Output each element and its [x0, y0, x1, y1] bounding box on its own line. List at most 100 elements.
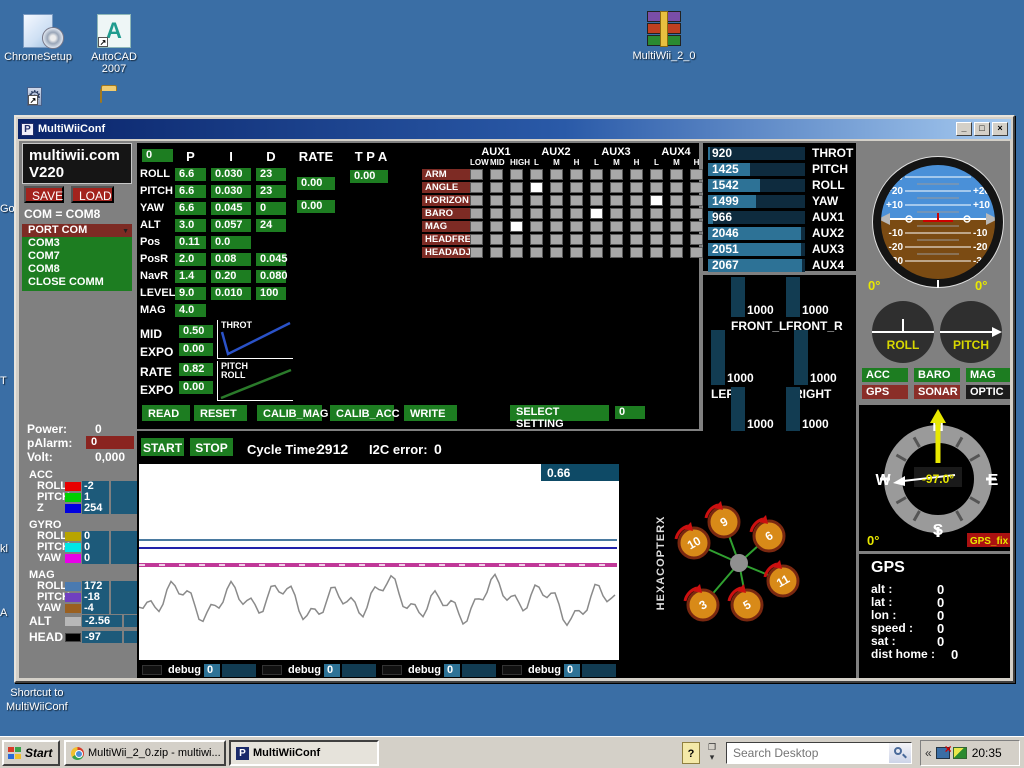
stop-button[interactable]: STOP — [190, 438, 233, 456]
calib-mag-button[interactable]: CALIB_MAG — [257, 405, 322, 421]
tray-expand-icon[interactable]: « — [925, 746, 932, 760]
expo-field[interactable]: 0.00 — [179, 343, 213, 356]
aux-checkbox[interactable] — [670, 169, 683, 180]
port-list-item[interactable]: COM3 — [22, 237, 132, 250]
port-list-item[interactable]: CLOSE COMM — [22, 276, 132, 289]
aux-checkbox[interactable] — [590, 208, 603, 219]
aux-checkbox[interactable] — [550, 221, 563, 232]
aux-checkbox[interactable] — [530, 247, 543, 258]
pid-i-field[interactable]: 0.010 — [211, 287, 251, 300]
aux-checkbox[interactable] — [490, 182, 503, 193]
aux-checkbox[interactable] — [570, 169, 583, 180]
read-button[interactable]: READ — [142, 405, 190, 421]
aux-checkbox[interactable] — [510, 208, 523, 219]
aux-checkbox[interactable] — [490, 234, 503, 245]
aux-checkbox[interactable] — [670, 234, 683, 245]
aux-checkbox[interactable] — [630, 247, 643, 258]
aux-checkbox[interactable] — [530, 208, 543, 219]
aux-checkbox[interactable] — [650, 208, 663, 219]
aux-checkbox[interactable] — [650, 195, 663, 206]
aux-checkbox[interactable] — [590, 234, 603, 245]
aux-checkbox[interactable] — [550, 234, 563, 245]
select-setting-value[interactable]: 0 — [615, 406, 645, 419]
maximize-button[interactable]: □ — [974, 122, 990, 136]
aux-checkbox[interactable] — [590, 195, 603, 206]
show-desktop-button[interactable]: ❐▾ — [704, 742, 720, 764]
port-select[interactable]: PORT COM ▼ COM3COM7COM8CLOSE COMM — [22, 224, 132, 291]
aux-checkbox[interactable] — [670, 221, 683, 232]
search-input[interactable] — [727, 745, 889, 761]
minimize-button[interactable]: _ — [956, 122, 972, 136]
write-button[interactable]: WRITE — [404, 405, 457, 421]
pid-d-field[interactable]: 100 — [256, 287, 286, 300]
aux-checkbox[interactable] — [550, 169, 563, 180]
aux-checkbox[interactable] — [690, 182, 703, 193]
aux-checkbox[interactable] — [490, 208, 503, 219]
aux-checkbox[interactable] — [550, 195, 563, 206]
expo2-field[interactable]: 0.00 — [179, 381, 213, 394]
aux-checkbox[interactable] — [610, 247, 623, 258]
aux-checkbox[interactable] — [630, 182, 643, 193]
aux-checkbox[interactable] — [570, 234, 583, 245]
port-list-item[interactable]: COM8 — [22, 263, 132, 276]
aux-checkbox[interactable] — [690, 208, 703, 219]
network-disconnected-icon[interactable] — [936, 747, 950, 759]
aux-checkbox[interactable] — [530, 234, 543, 245]
aux-checkbox[interactable] — [510, 195, 523, 206]
aux-checkbox[interactable] — [690, 221, 703, 232]
aux-checkbox[interactable] — [610, 221, 623, 232]
desktop-icon-chromesetup[interactable]: ChromeSetup — [2, 6, 74, 63]
aux-checkbox[interactable] — [670, 247, 683, 258]
desktop-icon-autocad[interactable]: A↗ AutoCAD 2007 — [78, 6, 150, 75]
sensor-toggle-button[interactable]: GPS — [862, 385, 908, 399]
aux-checkbox[interactable] — [550, 182, 563, 193]
sensor-toggle-button[interactable]: ACC — [862, 368, 908, 382]
aux-checkbox[interactable] — [590, 169, 603, 180]
search-icon[interactable] — [889, 743, 911, 763]
rate-field[interactable]: 0.82 — [179, 363, 213, 376]
desktop-icon-app-shortcut[interactable]: ⚙↗ — [27, 86, 42, 108]
aux-checkbox[interactable] — [670, 208, 683, 219]
aux-checkbox[interactable] — [690, 195, 703, 206]
task-button-multiwiiconf[interactable]: P MultiWiiConf — [229, 740, 379, 766]
aux-checkbox[interactable] — [610, 234, 623, 245]
aux-checkbox[interactable] — [570, 208, 583, 219]
aux-checkbox[interactable] — [690, 247, 703, 258]
pid-p-field[interactable]: 4.0 — [175, 304, 206, 317]
aux-checkbox[interactable] — [610, 169, 623, 180]
task-button-zip[interactable]: MultiWii_2_0.zip - multiwi... — [64, 740, 226, 766]
aux-checkbox[interactable] — [470, 234, 483, 245]
sensor-toggle-button[interactable]: MAG — [966, 368, 1010, 382]
aux-checkbox[interactable] — [570, 247, 583, 258]
calib-acc-button[interactable]: CALIB_ACC — [330, 405, 394, 421]
shortcut-label[interactable]: Shortcut to MultiWiiConf — [6, 686, 68, 714]
aux-checkbox[interactable] — [510, 182, 523, 193]
pid-d-field[interactable]: 0.080 — [256, 270, 286, 283]
aux-checkbox[interactable] — [470, 182, 483, 193]
aux-checkbox[interactable] — [630, 169, 643, 180]
aux-checkbox[interactable] — [630, 234, 643, 245]
start-button-taskbar[interactable]: Start — [2, 740, 60, 766]
aux-checkbox[interactable] — [510, 221, 523, 232]
port-list-item[interactable]: COM7 — [22, 250, 132, 263]
aux-checkbox[interactable] — [470, 247, 483, 258]
aux-checkbox[interactable] — [630, 208, 643, 219]
aux-checkbox[interactable] — [570, 221, 583, 232]
aux-checkbox[interactable] — [510, 247, 523, 258]
aux-checkbox[interactable] — [650, 221, 663, 232]
aux-checkbox[interactable] — [470, 169, 483, 180]
help-icon[interactable]: ? — [682, 742, 700, 764]
aux-checkbox[interactable] — [490, 195, 503, 206]
aux-checkbox[interactable] — [490, 221, 503, 232]
aux-checkbox[interactable] — [510, 234, 523, 245]
aux-checkbox[interactable] — [470, 195, 483, 206]
aux-checkbox[interactable] — [630, 221, 643, 232]
aux-checkbox[interactable] — [530, 195, 543, 206]
aux-checkbox[interactable] — [690, 234, 703, 245]
aux-checkbox[interactable] — [550, 208, 563, 219]
aux-checkbox[interactable] — [470, 221, 483, 232]
aux-checkbox[interactable] — [510, 169, 523, 180]
aux-checkbox[interactable] — [590, 221, 603, 232]
sensor-toggle-button[interactable]: OPTIC — [966, 385, 1010, 399]
aux-checkbox[interactable] — [550, 247, 563, 258]
